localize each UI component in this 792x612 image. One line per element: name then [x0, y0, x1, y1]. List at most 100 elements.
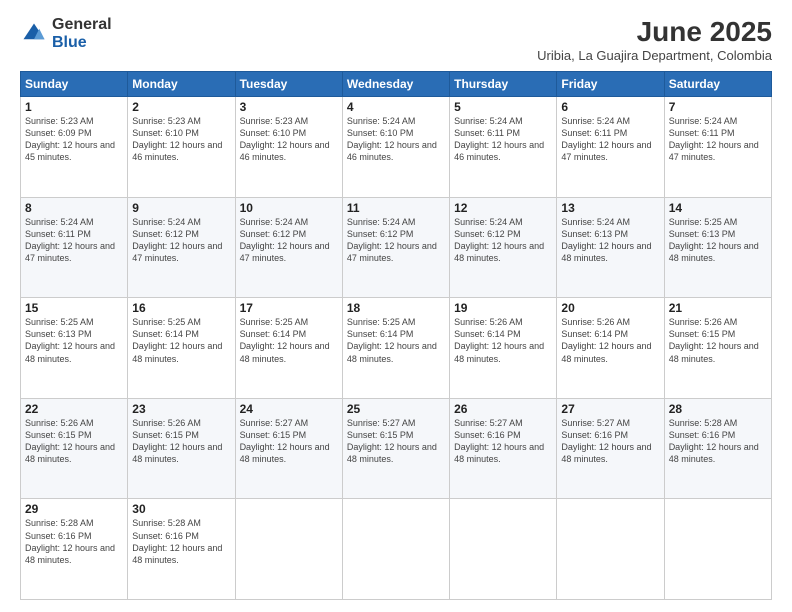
col-wednesday: Wednesday [342, 72, 449, 97]
day-number: 10 [240, 201, 338, 215]
day-number: 17 [240, 301, 338, 315]
day-info: Sunrise: 5:26 AMSunset: 6:15 PMDaylight:… [669, 317, 759, 363]
table-row: 3 Sunrise: 5:23 AMSunset: 6:10 PMDayligh… [235, 97, 342, 198]
table-row: 29 Sunrise: 5:28 AMSunset: 6:16 PMDaylig… [21, 499, 128, 600]
day-number: 23 [132, 402, 230, 416]
day-number: 5 [454, 100, 552, 114]
table-row: 7 Sunrise: 5:24 AMSunset: 6:11 PMDayligh… [664, 97, 771, 198]
table-row: 23 Sunrise: 5:26 AMSunset: 6:15 PMDaylig… [128, 398, 235, 499]
day-number: 8 [25, 201, 123, 215]
day-info: Sunrise: 5:28 AMSunset: 6:16 PMDaylight:… [132, 518, 222, 564]
day-number: 24 [240, 402, 338, 416]
table-row: 6 Sunrise: 5:24 AMSunset: 6:11 PMDayligh… [557, 97, 664, 198]
day-number: 14 [669, 201, 767, 215]
calendar-week-row: 15 Sunrise: 5:25 AMSunset: 6:13 PMDaylig… [21, 298, 772, 399]
table-row: 13 Sunrise: 5:24 AMSunset: 6:13 PMDaylig… [557, 197, 664, 298]
day-info: Sunrise: 5:25 AMSunset: 6:14 PMDaylight:… [347, 317, 437, 363]
logo-text: General Blue [52, 16, 112, 51]
day-info: Sunrise: 5:25 AMSunset: 6:14 PMDaylight:… [240, 317, 330, 363]
day-info: Sunrise: 5:26 AMSunset: 6:15 PMDaylight:… [25, 418, 115, 464]
table-row: 2 Sunrise: 5:23 AMSunset: 6:10 PMDayligh… [128, 97, 235, 198]
month-title: June 2025 [537, 16, 772, 48]
table-row: 9 Sunrise: 5:24 AMSunset: 6:12 PMDayligh… [128, 197, 235, 298]
col-thursday: Thursday [450, 72, 557, 97]
calendar-header: Sunday Monday Tuesday Wednesday Thursday… [21, 72, 772, 97]
day-number: 12 [454, 201, 552, 215]
day-number: 1 [25, 100, 123, 114]
day-number: 18 [347, 301, 445, 315]
table-row: 14 Sunrise: 5:25 AMSunset: 6:13 PMDaylig… [664, 197, 771, 298]
logo: General Blue [20, 16, 112, 51]
day-info: Sunrise: 5:24 AMSunset: 6:11 PMDaylight:… [25, 217, 115, 263]
day-info: Sunrise: 5:28 AMSunset: 6:16 PMDaylight:… [669, 418, 759, 464]
table-row: 15 Sunrise: 5:25 AMSunset: 6:13 PMDaylig… [21, 298, 128, 399]
table-row [235, 499, 342, 600]
header: General Blue June 2025 Uribia, La Guajir… [20, 16, 772, 63]
day-info: Sunrise: 5:25 AMSunset: 6:13 PMDaylight:… [669, 217, 759, 263]
day-number: 21 [669, 301, 767, 315]
table-row [450, 499, 557, 600]
title-block: June 2025 Uribia, La Guajira Department,… [537, 16, 772, 63]
day-info: Sunrise: 5:26 AMSunset: 6:15 PMDaylight:… [132, 418, 222, 464]
day-number: 7 [669, 100, 767, 114]
day-number: 3 [240, 100, 338, 114]
day-info: Sunrise: 5:25 AMSunset: 6:14 PMDaylight:… [132, 317, 222, 363]
day-info: Sunrise: 5:27 AMSunset: 6:16 PMDaylight:… [454, 418, 544, 464]
day-info: Sunrise: 5:24 AMSunset: 6:12 PMDaylight:… [454, 217, 544, 263]
table-row: 17 Sunrise: 5:25 AMSunset: 6:14 PMDaylig… [235, 298, 342, 399]
calendar-body: 1 Sunrise: 5:23 AMSunset: 6:09 PMDayligh… [21, 97, 772, 600]
table-row: 5 Sunrise: 5:24 AMSunset: 6:11 PMDayligh… [450, 97, 557, 198]
day-number: 2 [132, 100, 230, 114]
day-info: Sunrise: 5:24 AMSunset: 6:10 PMDaylight:… [347, 116, 437, 162]
day-info: Sunrise: 5:26 AMSunset: 6:14 PMDaylight:… [561, 317, 651, 363]
page: General Blue June 2025 Uribia, La Guajir… [0, 0, 792, 612]
table-row: 4 Sunrise: 5:24 AMSunset: 6:10 PMDayligh… [342, 97, 449, 198]
day-info: Sunrise: 5:24 AMSunset: 6:11 PMDaylight:… [669, 116, 759, 162]
calendar-table: Sunday Monday Tuesday Wednesday Thursday… [20, 71, 772, 600]
day-number: 4 [347, 100, 445, 114]
table-row [557, 499, 664, 600]
day-info: Sunrise: 5:27 AMSunset: 6:15 PMDaylight:… [240, 418, 330, 464]
col-sunday: Sunday [21, 72, 128, 97]
table-row: 27 Sunrise: 5:27 AMSunset: 6:16 PMDaylig… [557, 398, 664, 499]
day-info: Sunrise: 5:27 AMSunset: 6:16 PMDaylight:… [561, 418, 651, 464]
table-row: 11 Sunrise: 5:24 AMSunset: 6:12 PMDaylig… [342, 197, 449, 298]
table-row: 28 Sunrise: 5:28 AMSunset: 6:16 PMDaylig… [664, 398, 771, 499]
col-monday: Monday [128, 72, 235, 97]
calendar-week-row: 29 Sunrise: 5:28 AMSunset: 6:16 PMDaylig… [21, 499, 772, 600]
table-row: 24 Sunrise: 5:27 AMSunset: 6:15 PMDaylig… [235, 398, 342, 499]
table-row: 19 Sunrise: 5:26 AMSunset: 6:14 PMDaylig… [450, 298, 557, 399]
day-number: 27 [561, 402, 659, 416]
day-number: 16 [132, 301, 230, 315]
table-row [664, 499, 771, 600]
day-number: 11 [347, 201, 445, 215]
calendar-week-row: 1 Sunrise: 5:23 AMSunset: 6:09 PMDayligh… [21, 97, 772, 198]
calendar-week-row: 22 Sunrise: 5:26 AMSunset: 6:15 PMDaylig… [21, 398, 772, 499]
table-row: 1 Sunrise: 5:23 AMSunset: 6:09 PMDayligh… [21, 97, 128, 198]
table-row: 21 Sunrise: 5:26 AMSunset: 6:15 PMDaylig… [664, 298, 771, 399]
table-row: 30 Sunrise: 5:28 AMSunset: 6:16 PMDaylig… [128, 499, 235, 600]
logo-general: General [52, 16, 112, 34]
day-info: Sunrise: 5:24 AMSunset: 6:12 PMDaylight:… [347, 217, 437, 263]
day-info: Sunrise: 5:23 AMSunset: 6:10 PMDaylight:… [132, 116, 222, 162]
calendar-week-row: 8 Sunrise: 5:24 AMSunset: 6:11 PMDayligh… [21, 197, 772, 298]
day-info: Sunrise: 5:28 AMSunset: 6:16 PMDaylight:… [25, 518, 115, 564]
table-row: 22 Sunrise: 5:26 AMSunset: 6:15 PMDaylig… [21, 398, 128, 499]
day-info: Sunrise: 5:24 AMSunset: 6:13 PMDaylight:… [561, 217, 651, 263]
day-info: Sunrise: 5:23 AMSunset: 6:10 PMDaylight:… [240, 116, 330, 162]
col-saturday: Saturday [664, 72, 771, 97]
col-tuesday: Tuesday [235, 72, 342, 97]
day-number: 19 [454, 301, 552, 315]
table-row: 18 Sunrise: 5:25 AMSunset: 6:14 PMDaylig… [342, 298, 449, 399]
header-row: Sunday Monday Tuesday Wednesday Thursday… [21, 72, 772, 97]
table-row [342, 499, 449, 600]
logo-blue: Blue [52, 34, 112, 52]
logo-icon [20, 20, 48, 48]
day-info: Sunrise: 5:24 AMSunset: 6:11 PMDaylight:… [454, 116, 544, 162]
day-info: Sunrise: 5:24 AMSunset: 6:12 PMDaylight:… [240, 217, 330, 263]
table-row: 20 Sunrise: 5:26 AMSunset: 6:14 PMDaylig… [557, 298, 664, 399]
col-friday: Friday [557, 72, 664, 97]
day-number: 22 [25, 402, 123, 416]
table-row: 25 Sunrise: 5:27 AMSunset: 6:15 PMDaylig… [342, 398, 449, 499]
table-row: 8 Sunrise: 5:24 AMSunset: 6:11 PMDayligh… [21, 197, 128, 298]
